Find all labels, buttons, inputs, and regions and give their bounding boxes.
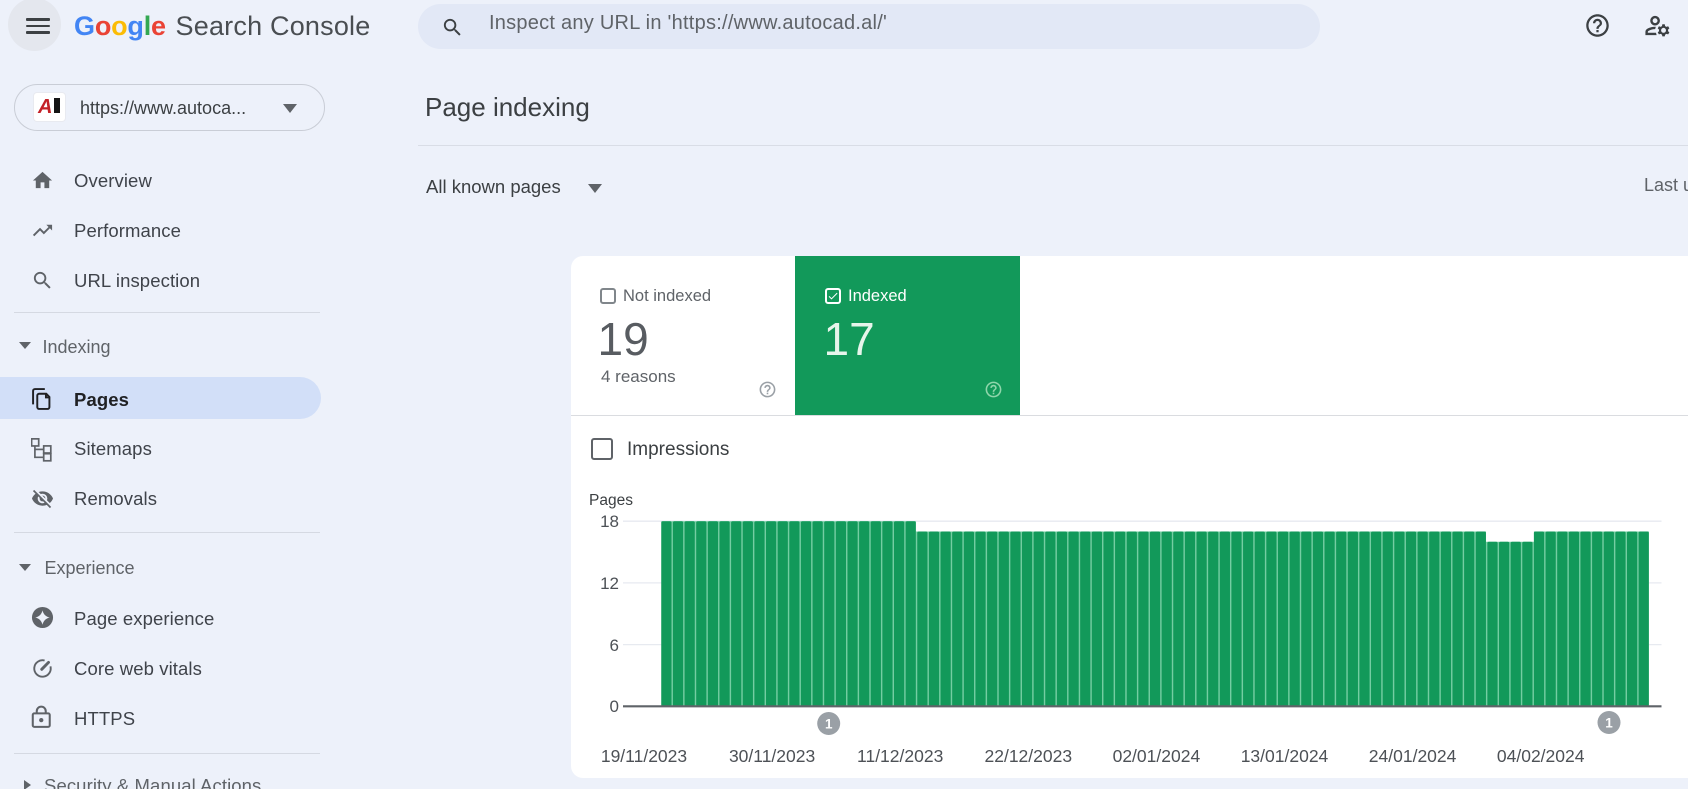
svg-text:1: 1 xyxy=(825,717,833,732)
svg-text:1: 1 xyxy=(1605,716,1613,731)
